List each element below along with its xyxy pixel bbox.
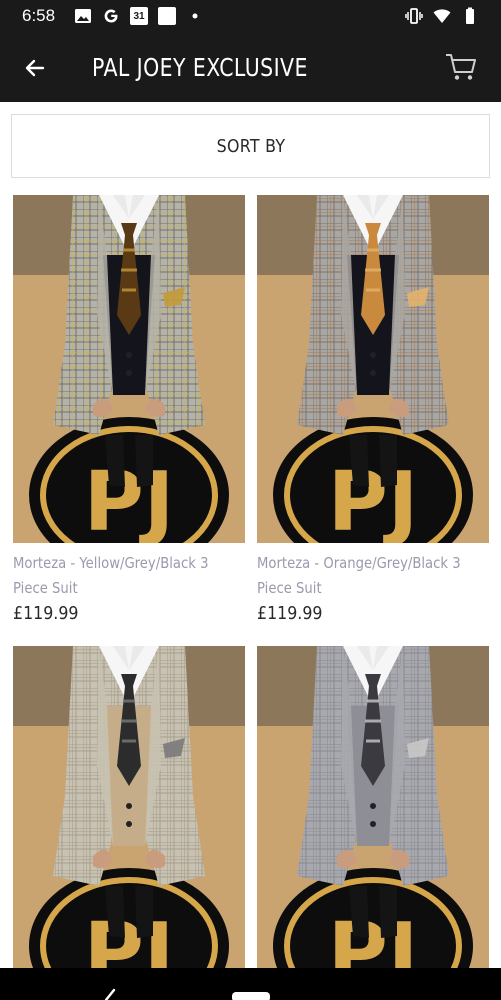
cart-button[interactable] bbox=[443, 50, 479, 84]
notification-icons: 31 bbox=[74, 7, 204, 25]
product-price: £119.99 bbox=[257, 603, 323, 624]
product-image[interactable]: PJ bbox=[257, 195, 489, 543]
sort-by-label: SORT BY bbox=[216, 135, 285, 157]
google-icon bbox=[104, 9, 118, 23]
calendar-day: 31 bbox=[133, 11, 145, 22]
cart-icon bbox=[446, 54, 476, 80]
back-button[interactable] bbox=[18, 51, 52, 85]
square-icon bbox=[158, 7, 176, 25]
svg-text:PJ: PJ bbox=[328, 906, 419, 968]
product-name[interactable]: Morteza - Yellow/Grey/Black 3 Piece Suit bbox=[13, 551, 245, 601]
sort-by-button[interactable]: SORT BY bbox=[11, 114, 490, 178]
vibrate-icon bbox=[405, 8, 423, 24]
suit-photo: PJ bbox=[257, 646, 489, 968]
product-image[interactable]: PJ bbox=[13, 195, 245, 543]
product-image[interactable]: PJ bbox=[257, 646, 489, 968]
suit-photo: PJ bbox=[257, 195, 489, 543]
app-bar: PAL JOEY EXCLUSIVE bbox=[0, 32, 501, 102]
product-card[interactable]: PJ Morteza - Orange/Grey/Black 3 Piece S… bbox=[257, 195, 489, 624]
system-icons bbox=[405, 7, 479, 25]
page-title: PAL JOEY EXCLUSIVE bbox=[92, 53, 308, 82]
product-card[interactable]: PJ Morteza - Yellow/Grey/Black 3 Piece S… bbox=[13, 195, 245, 624]
status-time: 6:58 bbox=[22, 6, 56, 25]
system-navigation-bar bbox=[0, 968, 501, 1000]
calendar-icon: 31 bbox=[130, 7, 148, 25]
product-name[interactable]: Morteza - Orange/Grey/Black 3 Piece Suit bbox=[257, 551, 489, 601]
suit-photo: PJ bbox=[13, 195, 245, 543]
battery-icon bbox=[466, 7, 474, 24]
image-icon bbox=[75, 9, 91, 23]
home-pill[interactable] bbox=[232, 992, 270, 1000]
wifi-icon bbox=[433, 9, 451, 23]
product-price: £119.99 bbox=[13, 603, 79, 624]
svg-text:PJ: PJ bbox=[328, 455, 419, 543]
product-card[interactable]: PJ bbox=[257, 646, 489, 968]
suit-photo: PJ bbox=[13, 646, 245, 968]
arrow-left-icon bbox=[25, 59, 45, 77]
status-bar: 6:58 31 bbox=[0, 0, 501, 32]
product-card[interactable]: PJ bbox=[13, 646, 245, 968]
product-image[interactable]: PJ bbox=[13, 646, 245, 968]
nav-back-icon[interactable] bbox=[100, 988, 120, 1000]
dot-icon bbox=[192, 13, 198, 19]
svg-text:PJ: PJ bbox=[84, 906, 175, 968]
svg-text:PJ: PJ bbox=[84, 455, 175, 543]
